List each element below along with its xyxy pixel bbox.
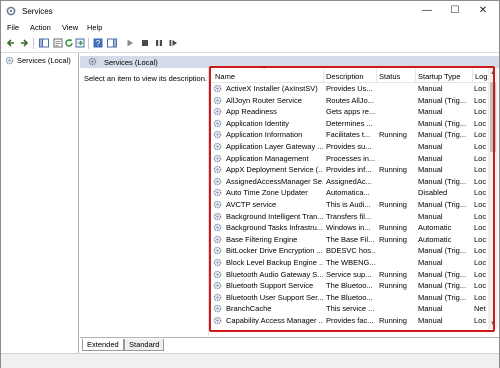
menu-bar: File Action View Help xyxy=(1,21,499,35)
pane-header-title: Services (Local) xyxy=(104,58,158,67)
console-tree: Services (Local) xyxy=(1,53,79,367)
menu-action[interactable]: Action xyxy=(30,23,51,32)
red-highlight-box xyxy=(209,66,495,332)
menu-view[interactable]: View xyxy=(62,23,78,32)
menu-help[interactable]: Help xyxy=(87,23,102,32)
tab-extended[interactable]: Extended xyxy=(82,339,124,351)
export-list-icon[interactable] xyxy=(75,38,85,48)
show-hide-console-tree-icon[interactable] xyxy=(39,38,49,48)
gear-icon xyxy=(88,57,97,66)
start-service-icon[interactable] xyxy=(125,38,135,48)
pause-service-icon[interactable] xyxy=(154,38,164,48)
gear-icon xyxy=(5,56,14,65)
properties-icon[interactable] xyxy=(53,38,63,48)
restart-service-icon[interactable] xyxy=(168,38,178,48)
help-icon[interactable]: ? xyxy=(93,38,103,48)
minimize-button[interactable]: — xyxy=(413,3,441,19)
tree-item-services-local[interactable]: Services (Local) xyxy=(3,55,75,66)
tab-standard[interactable]: Standard xyxy=(124,339,165,351)
services-app-icon xyxy=(6,6,16,16)
show-action-pane-icon[interactable] xyxy=(107,38,117,48)
services-window: Services — ☐ ✕ File Action View Help ? S… xyxy=(0,0,500,368)
tree-item-label: Services (Local) xyxy=(17,56,71,65)
menu-file[interactable]: File xyxy=(7,23,19,32)
description-hint: Select an item to view its description. xyxy=(84,74,207,83)
status-bar xyxy=(1,353,499,368)
title-bar: Services — ☐ ✕ xyxy=(1,1,499,21)
maximize-button[interactable]: ☐ xyxy=(441,3,469,19)
forward-icon[interactable] xyxy=(19,38,29,48)
description-area: Select an item to view its description. xyxy=(80,68,209,336)
back-icon[interactable] xyxy=(6,38,16,48)
refresh-icon[interactable] xyxy=(64,38,74,48)
close-button[interactable]: ✕ xyxy=(469,3,497,19)
window-title: Services xyxy=(22,7,53,16)
toolbar: ? xyxy=(1,35,499,53)
stop-service-icon[interactable] xyxy=(140,38,150,48)
svg-text:?: ? xyxy=(96,39,101,48)
view-tabs: Extended Standard xyxy=(80,337,499,352)
